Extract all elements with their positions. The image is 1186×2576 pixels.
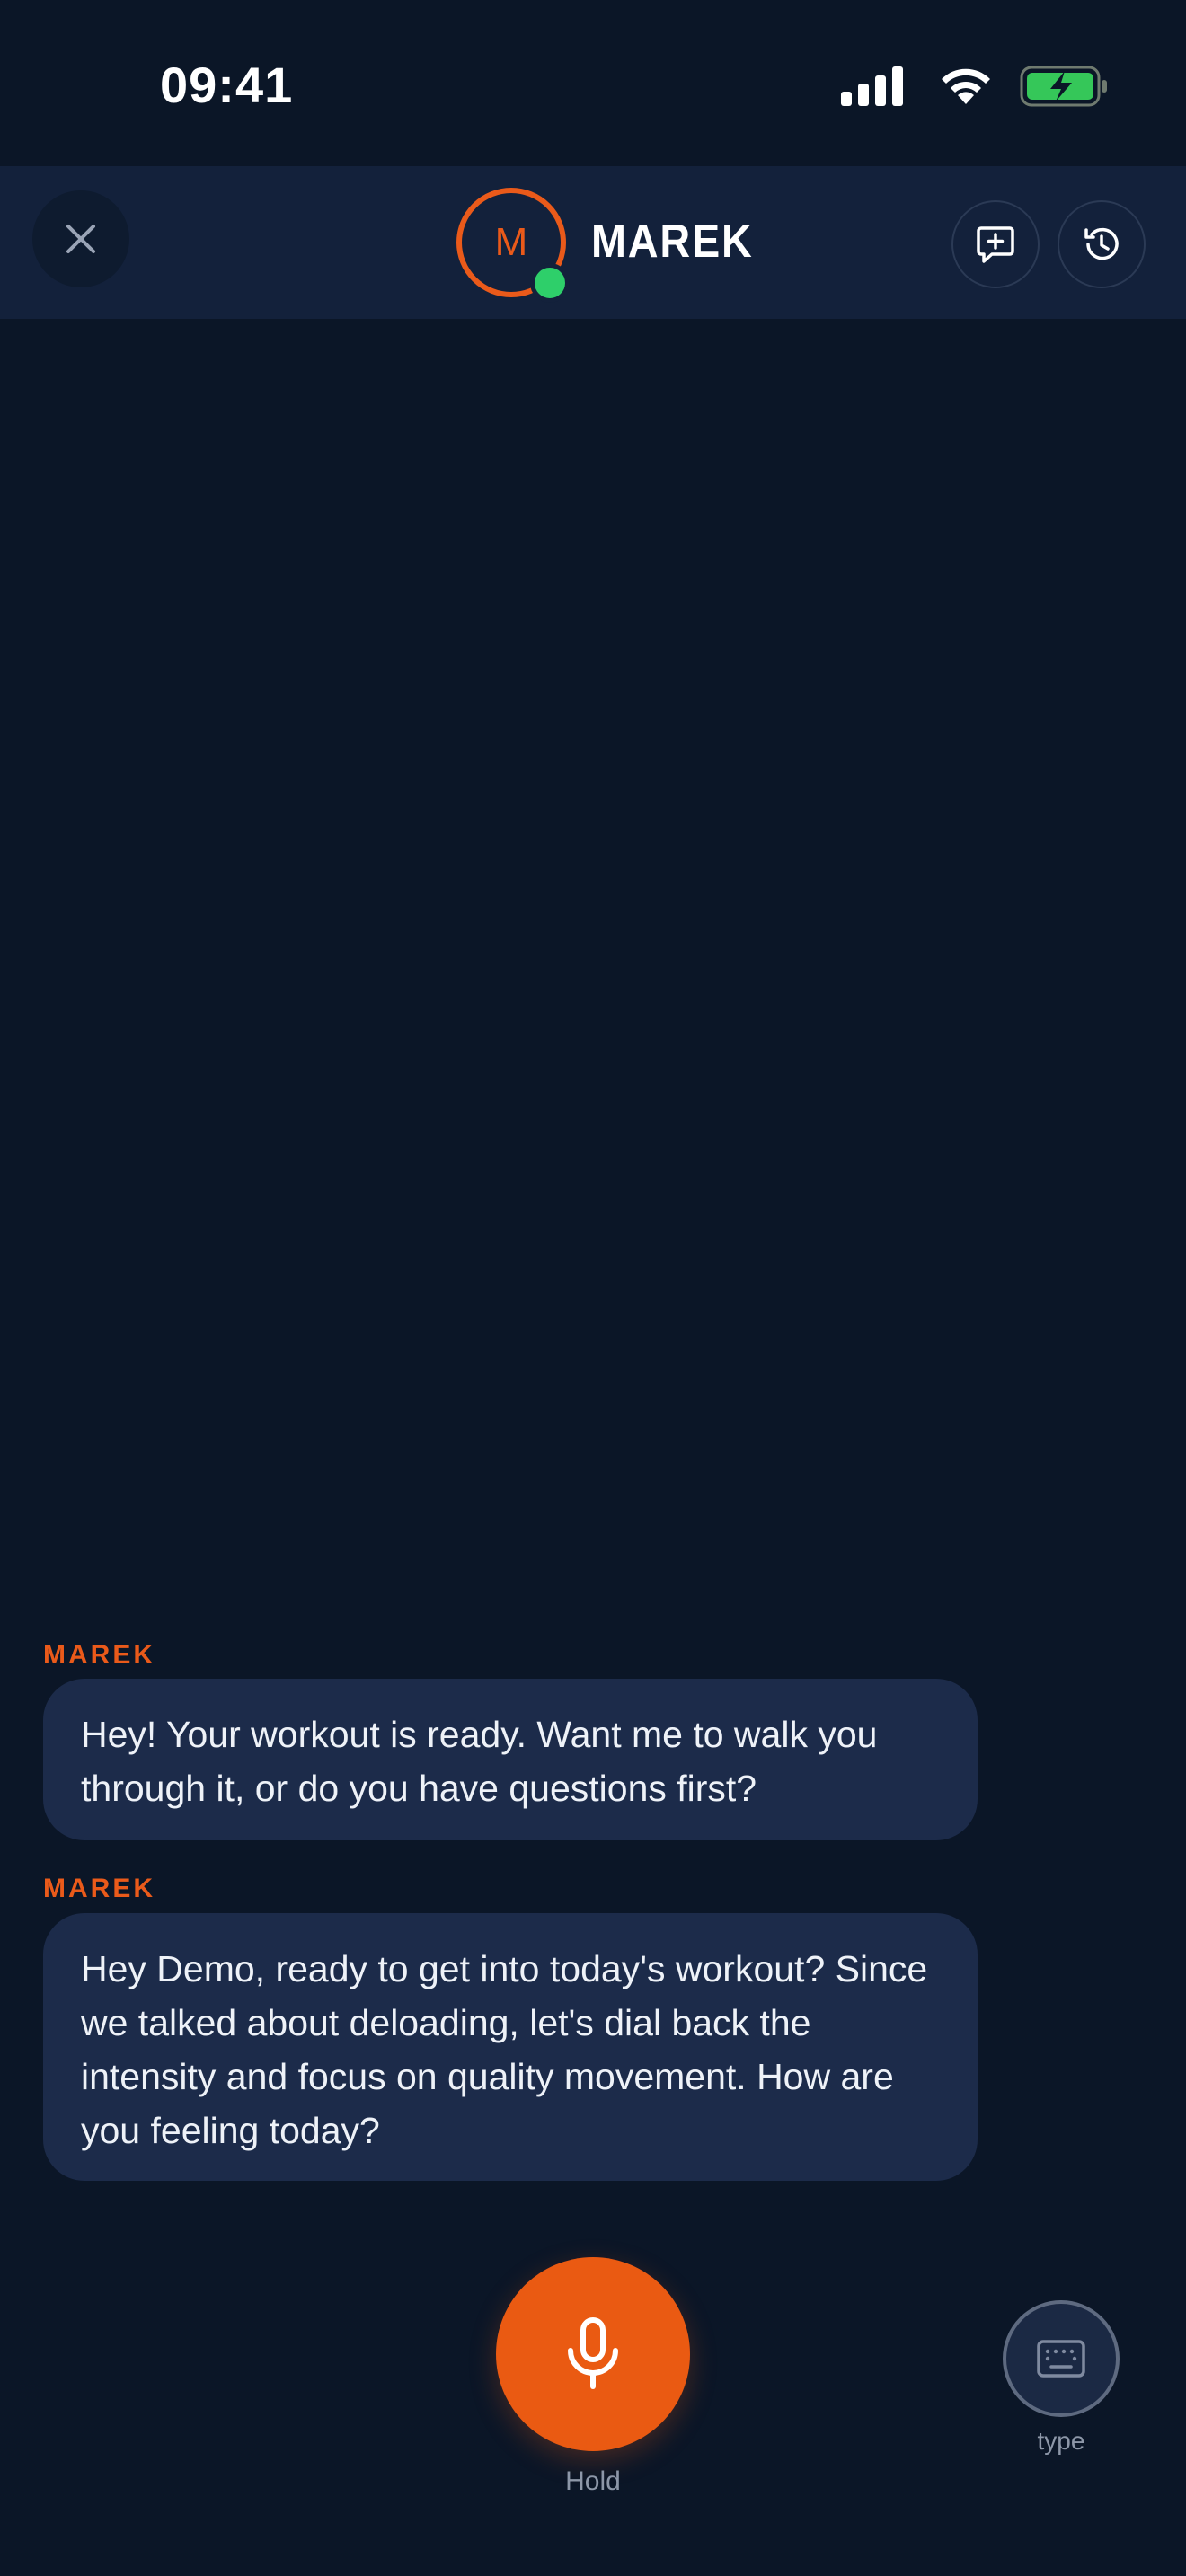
- history-button[interactable]: [1058, 200, 1146, 288]
- hold-to-talk-button[interactable]: [496, 2257, 690, 2451]
- signal-icon: [841, 66, 903, 106]
- avatar-initial: M: [494, 220, 528, 264]
- history-icon: [1084, 227, 1119, 260]
- wifi-icon: [942, 68, 990, 104]
- battery-charging-icon: [1020, 66, 1107, 107]
- status-bar: 09:41: [0, 0, 1186, 166]
- microphone-icon: [568, 2317, 618, 2389]
- message-text: Hey! Your workout is ready. Want me to w…: [81, 1714, 878, 1809]
- coach-avatar-group: M: [456, 188, 570, 303]
- status-time: 09:41: [160, 57, 294, 113]
- online-status-dot: [530, 263, 570, 303]
- message-sender-label: MAREK: [43, 1874, 155, 1903]
- message-text: Hey Demo, ready to get into today's work…: [81, 1948, 928, 2151]
- message-bubble: Hey Demo, ready to get into today's work…: [43, 1913, 978, 2181]
- chat-header: M MAREK: [0, 166, 1186, 319]
- hold-label: Hold: [565, 2466, 621, 2496]
- type-label: type: [1037, 2427, 1085, 2455]
- message-bubble: Hey! Your workout is ready. Want me to w…: [43, 1679, 978, 1840]
- close-button[interactable]: [32, 190, 129, 287]
- close-icon: [66, 225, 95, 253]
- new-chat-icon: [977, 226, 1014, 263]
- keyboard-icon: [1037, 2340, 1085, 2378]
- new-chat-button[interactable]: [951, 200, 1040, 288]
- message-sender-label: MAREK: [43, 1640, 155, 1670]
- keyboard-toggle-button[interactable]: [1003, 2300, 1120, 2417]
- coach-name: MAREK: [591, 216, 754, 268]
- status-icons: [809, 63, 1186, 117]
